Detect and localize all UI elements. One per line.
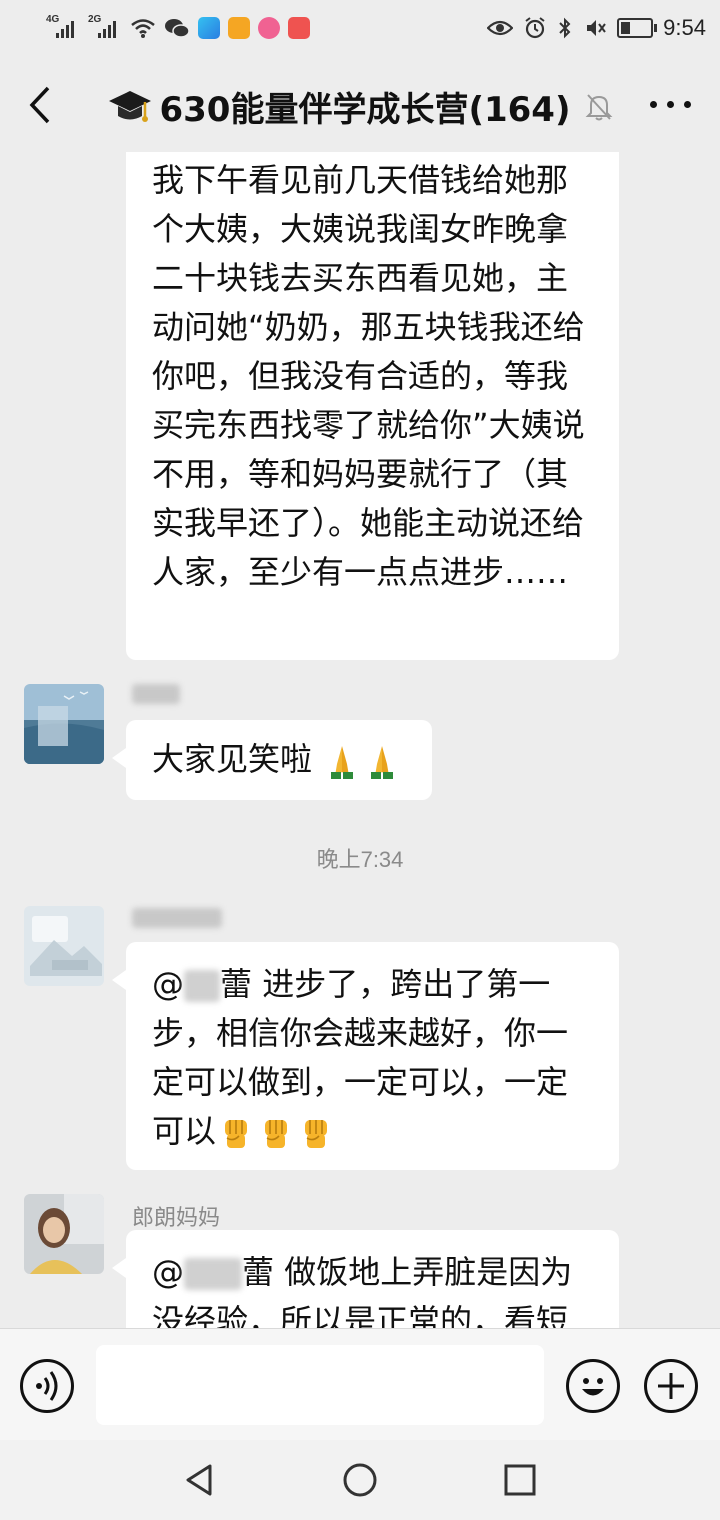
system-nav-bar <box>0 1440 720 1520</box>
avatar[interactable] <box>24 684 104 764</box>
alarm-icon <box>525 17 545 39</box>
more-options-button[interactable] <box>650 94 696 114</box>
message-bubble[interactable]: 大家见笑啦 <box>112 720 432 800</box>
mention-at: @ <box>152 1253 184 1291</box>
app-notification-icon <box>258 17 280 39</box>
message-input[interactable] <box>96 1345 544 1425</box>
battery-level <box>621 22 631 34</box>
wifi-icon <box>131 19 155 38</box>
plus-icon <box>658 1373 684 1399</box>
sender-name: 郎朗妈妈 <box>132 1206 221 1231</box>
raised-fist-emoji <box>305 1120 328 1148</box>
raised-fist-emoji <box>265 1120 288 1148</box>
status-left: 4G 2G <box>46 12 310 44</box>
voice-icon <box>36 1371 58 1401</box>
message-text: 我下午看见前几天借钱给她那个大姨，大姨说我闺女昨晚拿二十块钱去买东西看见她，主动… <box>152 161 585 591</box>
avatar[interactable] <box>24 906 104 986</box>
more-dots-icon <box>650 100 657 108</box>
app-notification-icon <box>288 17 310 39</box>
message-bubble[interactable]: @ 蕾 进步了，跨出了第一步，相信你会越来越好，你一定可以做到，一定可以，一定可以 <box>112 942 619 1170</box>
vibrate-off-icon <box>587 20 606 36</box>
nav-home-button[interactable] <box>340 1460 380 1500</box>
bell-off-icon <box>585 93 612 120</box>
voice-button[interactable] <box>20 1359 74 1413</box>
bluetooth-icon <box>559 17 571 39</box>
wechat-icon <box>165 19 190 38</box>
smiley-icon <box>582 1378 604 1396</box>
message-text: 大家见笑啦 <box>152 740 313 778</box>
square-recents-icon <box>504 1464 536 1496</box>
signal-4g-icon: 4G <box>46 14 80 40</box>
chat-title: 630能量伴学成长营(164) <box>159 90 571 130</box>
status-right: 9:54 <box>487 12 706 44</box>
chat-header: 630能量伴学成长营(164) <box>0 56 720 152</box>
message-bubble[interactable]: 我下午看见前几天借钱给她那个大姨，大姨说我闺女昨晚拿二十块钱去买东西看见她，主动… <box>126 152 619 660</box>
raised-fist-emoji <box>225 1120 248 1148</box>
input-bar <box>0 1328 720 1441</box>
mention-at: @ <box>152 965 184 1003</box>
circle-home-icon <box>343 1463 377 1497</box>
app-notification-icon <box>198 17 220 39</box>
more-functions-button[interactable] <box>644 1359 698 1413</box>
avatar[interactable] <box>24 1194 104 1274</box>
timestamp: 晚上7:34 <box>316 847 404 872</box>
mention-name-tail: 蕾 <box>242 1253 275 1291</box>
sender-name-blurred <box>132 684 180 710</box>
folded-hands-emoji <box>371 746 394 779</box>
mention-name-blurred <box>184 970 220 1002</box>
mention-name-blurred <box>184 1258 242 1290</box>
sender-name-blurred <box>132 908 222 934</box>
nav-recents-button[interactable] <box>500 1460 540 1500</box>
battery-icon <box>617 18 658 38</box>
folded-hands-emoji <box>331 746 354 779</box>
clock-time: 9:54 <box>663 15 706 40</box>
chat-message-list[interactable]: 我下午看见前几天借钱给她那个大姨，大姨说我闺女昨晚拿二十块钱去买东西看见她，主动… <box>0 152 720 1328</box>
more-dots-icon <box>667 100 674 108</box>
title-group: 630能量伴学成长营(164) <box>0 82 720 131</box>
more-dots-icon <box>684 100 691 108</box>
signal-2g-icon: 2G <box>88 14 122 40</box>
nav-back-button[interactable] <box>180 1460 220 1500</box>
mention-name-tail: 蕾 <box>220 965 253 1003</box>
app-notification-icon <box>228 17 250 39</box>
status-bar: 4G 2G 9:54 <box>0 0 720 56</box>
graduation-cap-icon <box>109 90 152 122</box>
emoji-button[interactable] <box>566 1359 620 1413</box>
message-bubble[interactable]: @蕾 做饭地上弄脏是因为没经验，所以是正常的，看短视 <box>112 1230 619 1328</box>
eye-icon <box>487 20 514 36</box>
triangle-back-icon <box>186 1464 212 1496</box>
